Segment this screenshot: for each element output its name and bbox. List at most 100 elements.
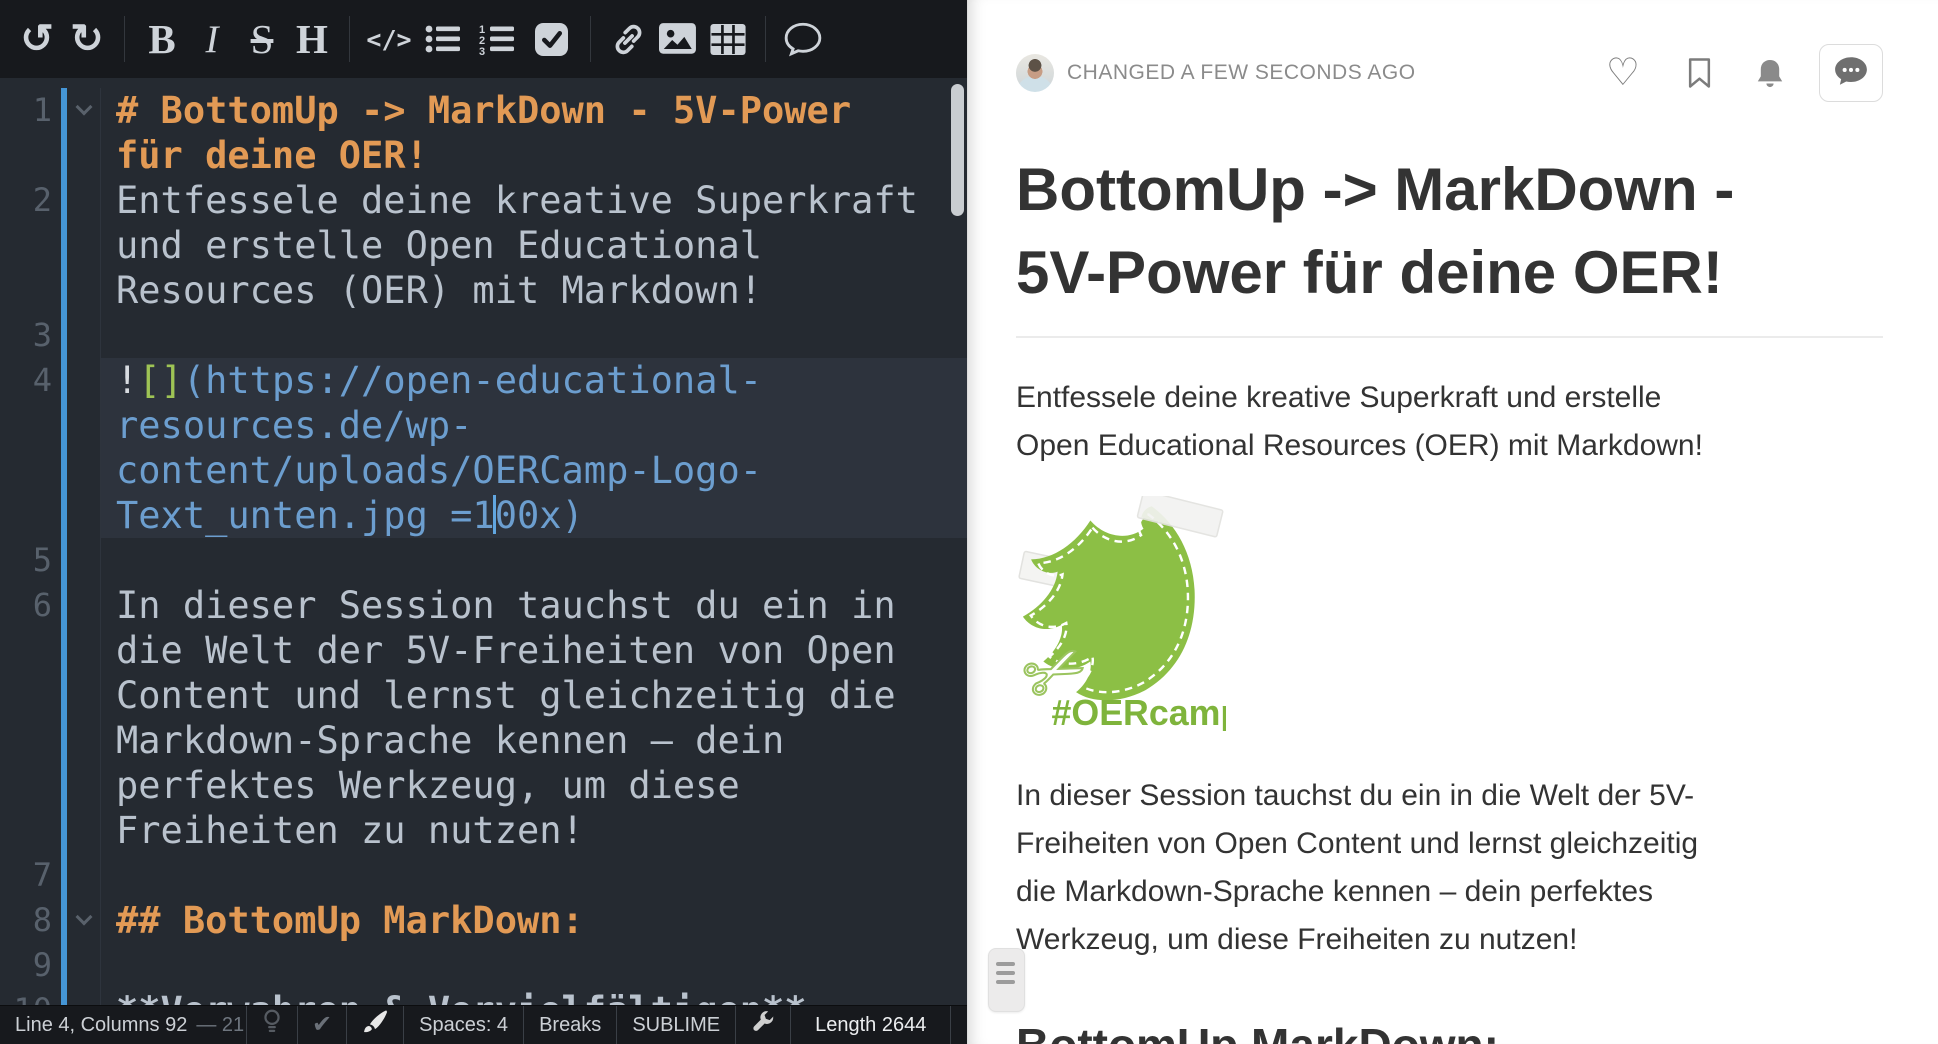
code-line (100, 943, 967, 988)
editor-row[interactable]: 8## BottomUp MarkDown: (0, 898, 967, 943)
editor-row[interactable]: perfektes Werkzeug, um diese (0, 763, 967, 808)
code-line: für deine OER! (100, 133, 967, 178)
fold-gutter[interactable] (67, 898, 100, 943)
image-button[interactable] (653, 10, 703, 68)
fold-gutter (67, 808, 100, 853)
code-line: und erstelle Open Educational (100, 223, 967, 268)
italic-button[interactable]: I (187, 10, 237, 68)
cursor-position-text: Line 4, Columns 92 (15, 1014, 187, 1037)
keymap-setting[interactable]: SUBLIME (617, 1006, 736, 1044)
code-line: **Verwahren & Vervielfältigen** (100, 988, 967, 1005)
editor-row[interactable]: und erstelle Open Educational (0, 223, 967, 268)
last-changed-text: CHANGED A FEW SECONDS AGO (1067, 61, 1416, 85)
heading-icon: H (296, 19, 328, 60)
grip-line (996, 971, 1015, 975)
comments-button[interactable] (1819, 44, 1883, 102)
grip-line (996, 962, 1015, 966)
section-heading: BottomUp MarkDown: (1016, 1018, 1883, 1044)
fold-gutter (67, 853, 100, 898)
comment-bubble-icon (1833, 55, 1869, 92)
strikethrough-button[interactable]: S (237, 10, 287, 68)
comment-button[interactable] (778, 10, 828, 68)
notification-bell-icon[interactable] (1755, 57, 1785, 90)
paintbrush-icon (361, 1008, 389, 1042)
editor-row[interactable]: Markdown-Sprache kennen – dein (0, 718, 967, 763)
editor-row[interactable]: 9 (0, 943, 967, 988)
line-number (0, 628, 52, 673)
preview-pane: CHANGED A FEW SECONDS AGO ♡ BottomUp -> … (967, 0, 1938, 1044)
link-icon (610, 21, 647, 58)
fold-gutter (67, 763, 100, 808)
fold-gutter (67, 358, 100, 403)
line-number (0, 763, 52, 808)
editor-scrollbar-thumb[interactable] (951, 84, 964, 216)
code-editor[interactable]: 1# BottomUp -> MarkDown - 5V-Powerfür de… (0, 78, 967, 1005)
editor-row[interactable]: content/uploads/OERCamp-Logo- (0, 448, 967, 493)
toolbar-divider (124, 16, 125, 62)
code-line: die Welt der 5V-Freiheiten von Open (100, 628, 967, 673)
editor-row[interactable]: 3 (0, 313, 967, 358)
author-avatar[interactable] (1016, 54, 1054, 92)
italic-icon: I (206, 20, 219, 59)
editor-row[interactable]: Content und lernst gleichzeitig die (0, 673, 967, 718)
night-theme-button[interactable] (347, 1006, 404, 1044)
heading-button[interactable]: H (287, 10, 337, 68)
code-line (100, 313, 967, 358)
editor-row[interactable]: 1# BottomUp -> MarkDown - 5V-Power (0, 88, 967, 133)
status-bar: Line 4, Columns 92 — 21 ✔ Spaces: 4 Brea… (0, 1005, 967, 1044)
comment-icon (783, 21, 823, 57)
editor-row[interactable]: für deine OER! (0, 133, 967, 178)
code-line: perfektes Werkzeug, um diese (100, 763, 967, 808)
fold-gutter (67, 718, 100, 763)
bullet-list-button[interactable] (416, 10, 470, 68)
line-number (0, 493, 52, 538)
line-number: 3 (0, 313, 52, 358)
check-icon: ✔ (312, 1013, 332, 1037)
undo-button[interactable]: ↺ (12, 10, 62, 68)
fold-gutter[interactable] (67, 88, 100, 133)
code-line: In dieser Session tauchst du ein in (100, 583, 967, 628)
redo-button[interactable]: ↻ (62, 10, 112, 68)
line-number: 1 (0, 88, 52, 133)
code-button[interactable]: </> (362, 10, 416, 68)
grip-line (996, 980, 1015, 984)
line-number: 8 (0, 898, 52, 943)
pane-resize-handle[interactable] (988, 948, 1025, 1012)
logo-caption: #OERcamp (1052, 693, 1226, 731)
bookmark-icon[interactable] (1686, 56, 1713, 90)
link-button[interactable] (603, 10, 653, 68)
editor-row[interactable]: die Welt der 5V-Freiheiten von Open (0, 628, 967, 673)
spellcheck-button[interactable]: ✔ (298, 1006, 347, 1044)
oercamp-logo: ✂ #OERcamp (1016, 496, 1226, 736)
check-list-button[interactable] (524, 10, 578, 68)
editor-row[interactable]: 2Entfessele deine kreative Superkraft (0, 178, 967, 223)
like-heart-icon[interactable]: ♡ (1606, 54, 1640, 92)
editor-pane: ↺↻ BISH </> 123 1# BottomUp -> MarkDown - 5… (0, 0, 967, 1044)
editor-row[interactable]: resources.de/wp- (0, 403, 967, 448)
line-number: 5 (0, 538, 52, 583)
linebreak-setting[interactable]: Breaks (524, 1006, 617, 1044)
editor-row[interactable]: 6In dieser Session tauchst du ein in (0, 583, 967, 628)
table-button[interactable] (703, 10, 753, 68)
cursor-position: Line 4, Columns 92 — 21 (0, 1006, 247, 1044)
fold-caret-icon (75, 99, 92, 116)
editor-row[interactable]: Freiheiten zu nutzen! (0, 808, 967, 853)
code-line (100, 853, 967, 898)
editor-row[interactable]: 5 (0, 538, 967, 583)
fold-gutter (67, 448, 100, 493)
editor-row[interactable]: 10**Verwahren & Vervielfältigen** (0, 988, 967, 1005)
indent-setting[interactable]: Spaces: 4 (404, 1006, 524, 1044)
numbered-list-button[interactable]: 123 (470, 10, 524, 68)
editor-row[interactable]: 7 (0, 853, 967, 898)
bold-button[interactable]: B (137, 10, 187, 68)
fold-gutter (67, 583, 100, 628)
editor-row[interactable]: 4![](https://open-educational- (0, 358, 967, 403)
code-line: resources.de/wp- (100, 403, 967, 448)
editor-row[interactable]: Resources (OER) mit Markdown! (0, 268, 967, 313)
fold-gutter (67, 403, 100, 448)
editor-row[interactable]: Text_unten.jpg =100x) (0, 493, 967, 538)
hint-button[interactable] (247, 1006, 298, 1044)
line-number (0, 223, 52, 268)
editor-settings-button[interactable] (736, 1006, 791, 1044)
code-line: Markdown-Sprache kennen – dein (100, 718, 967, 763)
